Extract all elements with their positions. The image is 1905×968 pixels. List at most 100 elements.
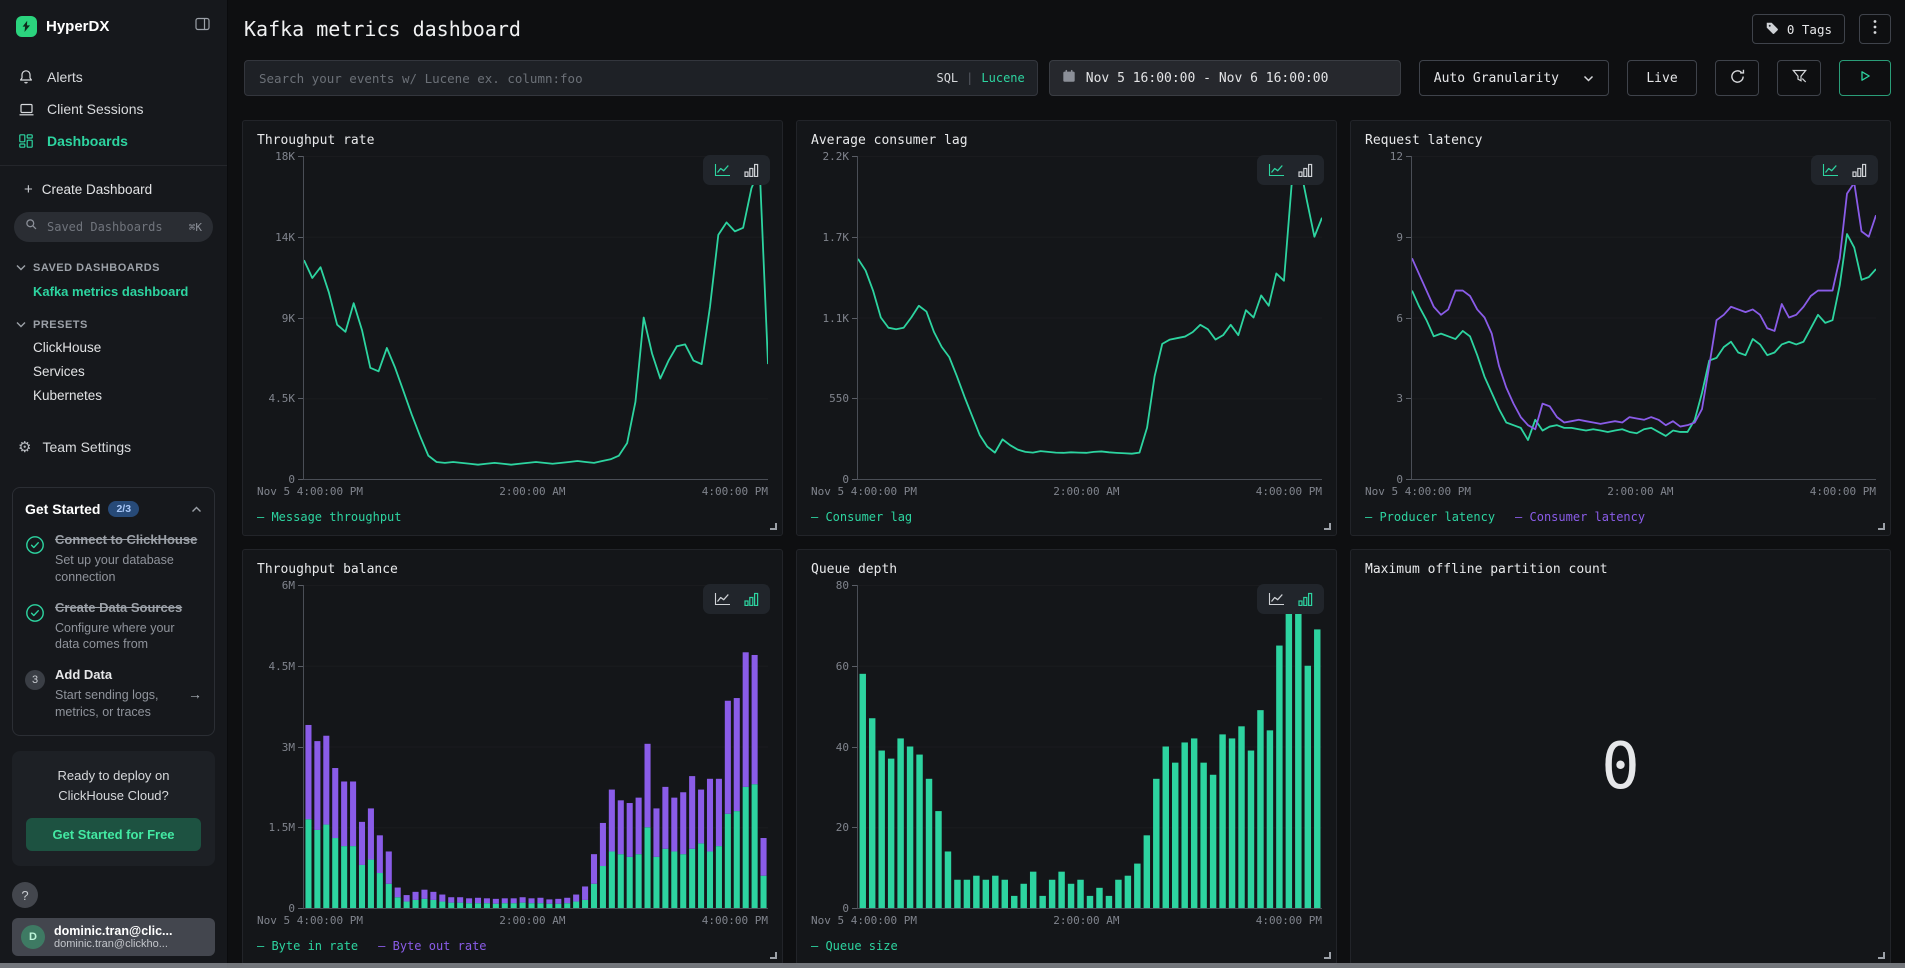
line-view-button[interactable]: [1268, 592, 1285, 606]
legend-consumer-lag[interactable]: — Consumer lag: [811, 510, 912, 525]
run-query-button[interactable]: [1839, 60, 1891, 96]
sidebar-item-dashboards[interactable]: Dashboards: [12, 125, 215, 157]
line-view-button[interactable]: [714, 163, 731, 177]
panel-resize-handle[interactable]: [1324, 523, 1331, 530]
bar-view-button[interactable]: [1298, 592, 1313, 606]
time-range-picker[interactable]: Nov 5 16:00:00 - Nov 6 16:00:00: [1049, 60, 1401, 96]
chart-canvas[interactable]: [304, 585, 768, 908]
get-started-step-add-data[interactable]: 3Add DataStart sending logs, metrics, or…: [25, 667, 202, 721]
bar-queue-size: [1229, 738, 1235, 908]
user-menu[interactable]: D dominic.tran@clic... dominic.tran@clic…: [12, 918, 215, 956]
legend-producer-latency[interactable]: — Producer latency: [1365, 510, 1495, 525]
chart-canvas[interactable]: [858, 585, 1322, 908]
chart-canvas[interactable]: [304, 156, 768, 479]
bar-queue-size: [983, 880, 989, 908]
saved-dashboards-search-input[interactable]: [45, 219, 182, 235]
lucene-toggle[interactable]: Lucene: [981, 71, 1024, 85]
saved-dashboards-section-header[interactable]: SAVED DASHBOARDS: [16, 262, 211, 274]
step-subtitle: Configure where your data comes from: [55, 620, 202, 654]
sql-toggle[interactable]: SQL: [936, 71, 958, 85]
brand-logo[interactable]: HyperDX: [16, 16, 109, 37]
panel-resize-handle[interactable]: [770, 523, 777, 530]
plot-area: [857, 156, 1322, 480]
bar-byte-out-rate: [386, 851, 392, 883]
help-button[interactable]: ?: [12, 882, 38, 908]
legend-byte-in-rate[interactable]: — Byte in rate: [257, 939, 358, 954]
saved-dashboards-section-label: SAVED DASHBOARDS: [33, 262, 160, 274]
chart-canvas[interactable]: [1412, 156, 1876, 479]
x-axis: Nov 5 4:00:00 PM2:00:00 AM4:00:00 PM: [1365, 485, 1876, 498]
laptop-icon: [18, 101, 36, 117]
saved-dashboards-search[interactable]: ⌘K: [14, 212, 213, 242]
get-started-step-connect-to-clickhouse[interactable]: Connect to ClickHouseSet up your databas…: [25, 532, 202, 586]
legend-queue-size[interactable]: — Queue size: [811, 939, 898, 954]
panel-resize-handle[interactable]: [770, 952, 777, 959]
granularity-select[interactable]: Auto Granularity: [1419, 60, 1609, 96]
bar-byte-in-rate: [323, 825, 329, 908]
chart-title: Queue depth: [811, 562, 1322, 577]
chart-view-toolbar: [703, 155, 770, 185]
preset-clickhouse[interactable]: ClickHouse: [12, 331, 215, 355]
get-started-header[interactable]: Get Started 2/3: [25, 500, 202, 518]
bar-byte-out-rate: [662, 787, 668, 849]
preset-kubernetes[interactable]: Kubernetes: [12, 379, 215, 403]
chevron-up-icon[interactable]: [191, 500, 202, 518]
get-started-free-button[interactable]: Get Started for Free: [26, 818, 201, 851]
sidebar-collapse-icon[interactable]: [194, 16, 211, 37]
bar-byte-out-rate: [609, 790, 615, 852]
bar-queue-size: [1049, 880, 1055, 908]
event-search-input[interactable]: [257, 70, 928, 87]
panel-resize-handle[interactable]: [1878, 952, 1885, 959]
tags-button[interactable]: 0 Tags: [1752, 14, 1845, 44]
get-started-step-create-data-sources[interactable]: Create Data SourcesConfigure where your …: [25, 600, 202, 654]
y-tick-label: 9: [1396, 231, 1403, 244]
step-title: Connect to ClickHouse: [55, 532, 202, 549]
sidebar-item-client-sessions[interactable]: Client Sessions: [12, 93, 215, 125]
filter-button[interactable]: [1777, 60, 1821, 96]
panel-resize-handle[interactable]: [1878, 523, 1885, 530]
bar-byte-in-rate: [305, 819, 311, 908]
line-view-button[interactable]: [714, 592, 731, 606]
bar-byte-in-rate: [493, 904, 499, 908]
bar-byte-in-rate: [662, 849, 668, 908]
bar-byte-out-rate: [314, 741, 320, 830]
y-tick: 80: [836, 585, 857, 586]
chart-body: 18K14K9K4.5K0: [257, 156, 768, 480]
horizontal-scrollbar[interactable]: [0, 963, 1905, 968]
saved-dashboard-kafka-metrics-dashboard[interactable]: Kafka metrics dashboard: [12, 274, 215, 299]
bar-byte-in-rate: [707, 851, 713, 908]
legend-consumer-latency[interactable]: — Consumer latency: [1515, 510, 1645, 525]
line-view-button[interactable]: [1822, 163, 1839, 177]
panel-resize-handle[interactable]: [1324, 952, 1331, 959]
preset-services[interactable]: Services: [12, 355, 215, 379]
bar-view-button[interactable]: [1298, 163, 1313, 177]
live-button[interactable]: Live: [1627, 60, 1697, 96]
more-options-button[interactable]: [1859, 14, 1891, 44]
chart-canvas[interactable]: [858, 156, 1322, 479]
team-settings-button[interactable]: ⚙ Team Settings: [12, 431, 215, 463]
step-title: Add Data: [55, 667, 178, 684]
y-tick-label: 2.2K: [823, 150, 850, 163]
sidebar-item-alerts[interactable]: Alerts: [12, 61, 215, 93]
bar-byte-out-rate: [457, 897, 463, 902]
create-dashboard-button[interactable]: + Create Dashboard: [12, 166, 215, 197]
event-search-box[interactable]: SQL | Lucene: [244, 60, 1038, 96]
refresh-button[interactable]: [1715, 60, 1759, 96]
bar-byte-out-rate: [448, 897, 454, 902]
presets-section-header[interactable]: PRESETS: [16, 319, 211, 331]
language-divider: |: [966, 71, 973, 85]
bar-view-button[interactable]: [744, 592, 759, 606]
y-tick: 40: [836, 747, 857, 748]
line-view-button[interactable]: [1268, 163, 1285, 177]
bar-view-button[interactable]: [744, 163, 759, 177]
user-info: dominic.tran@clic... dominic.tran@clickh…: [54, 924, 172, 950]
get-started-title: Get Started: [25, 501, 100, 517]
legend-message-throughput[interactable]: — Message throughput: [257, 510, 402, 525]
chart-title: Average consumer lag: [811, 133, 1322, 148]
bar-queue-size: [1030, 872, 1036, 908]
bar-queue-size: [1181, 742, 1187, 908]
bar-byte-out-rate: [529, 898, 535, 903]
legend-byte-out-rate[interactable]: — Byte out rate: [378, 939, 486, 954]
bar-byte-out-rate: [341, 781, 347, 846]
bar-view-button[interactable]: [1852, 163, 1867, 177]
